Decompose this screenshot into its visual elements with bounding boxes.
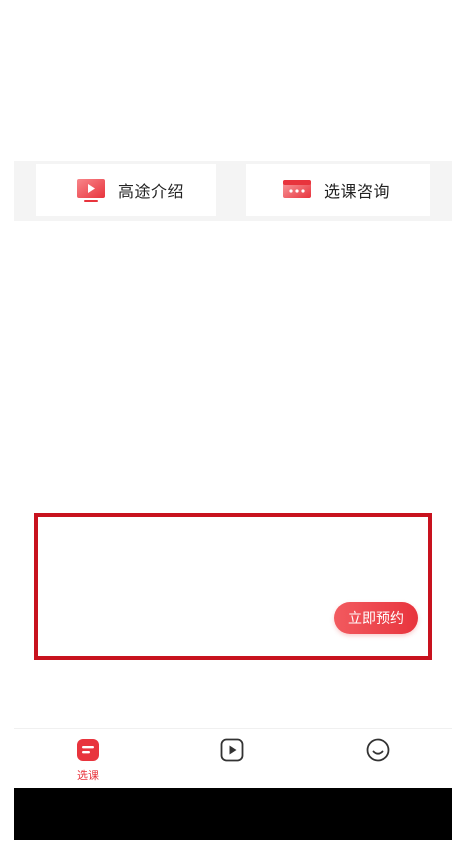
intro-link-label: 高途介绍 [118,182,185,201]
tab-profile[interactable] [348,737,408,781]
tv-icon [77,179,105,202]
consult-link-label: 选课咨询 [324,182,391,201]
reserve-now-button[interactable]: 立即预约 [334,602,418,634]
smile-profile-icon [366,738,390,762]
highlighted-promo-box: 立即预约 [30,513,432,662]
system-navigation-bar [14,788,452,840]
chat-bubble-icon [283,180,311,198]
course-select-icon [77,739,99,761]
intro-link-card[interactable]: 高途介绍 [36,164,216,216]
quick-links-strip: 高途介绍 选课咨询 [14,161,452,221]
tab-course-select[interactable]: 选课 [58,737,118,782]
bottom-navigation: 选课 [14,728,452,789]
tab-video[interactable] [202,737,262,781]
play-video-icon [220,738,244,762]
tab-course-select-label: 选课 [77,769,99,782]
app-screen: 高途介绍 选课咨询 立即预约 选课 [14,0,452,849]
consult-link-card[interactable]: 选课咨询 [246,164,430,216]
